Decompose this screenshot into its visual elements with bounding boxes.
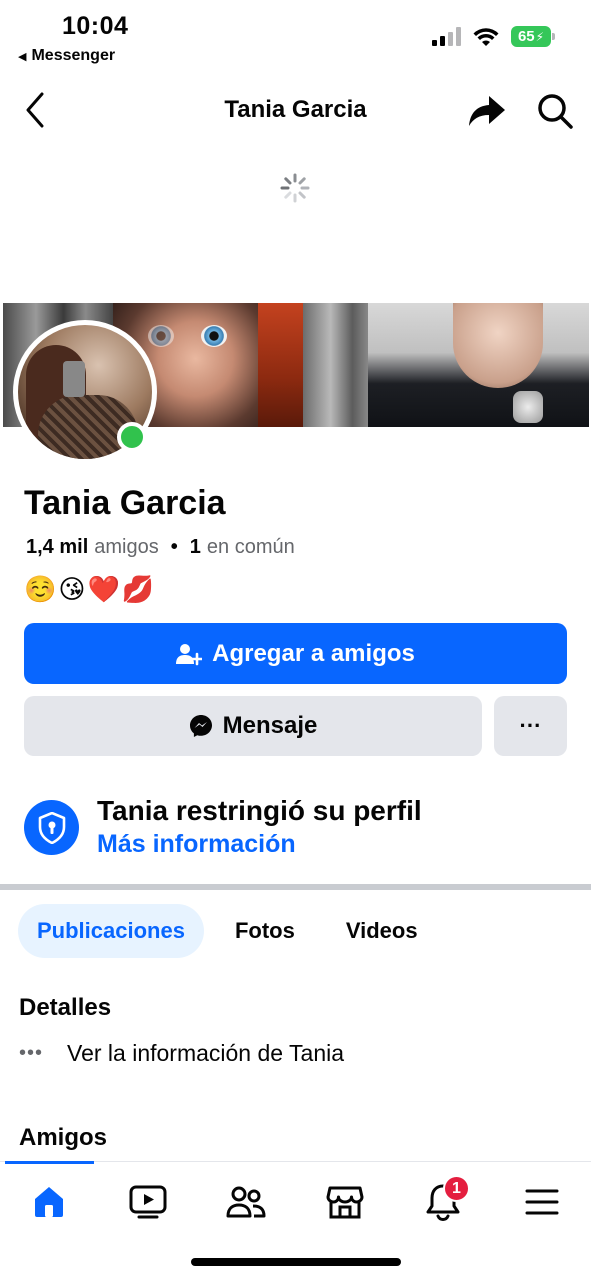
bottom-tab-bar — [0, 1161, 591, 1241]
tab-fotos[interactable]: Fotos — [235, 904, 295, 958]
friends-summary[interactable]: 1,4 mil amigos • 1 en común — [26, 536, 295, 559]
mutual-friends-label: en común — [206, 536, 295, 558]
profile-name: Tania Garcia — [24, 484, 226, 522]
friends-heading: Amigos — [19, 1124, 108, 1151]
marketplace-icon[interactable] — [325, 1182, 365, 1222]
view-info-label: Ver la información de Tania — [67, 1040, 345, 1066]
status-bar: 10:04 ◀ Messenger 65 ⚡ — [0, 0, 591, 70]
view-info-row[interactable]: ••• Ver la información de Tania — [19, 1040, 344, 1067]
tab-publicaciones[interactable]: Publicaciones — [18, 904, 204, 958]
online-status-indicator — [117, 422, 147, 452]
details-heading: Detalles — [19, 994, 112, 1021]
add-person-icon — [176, 643, 203, 665]
message-button[interactable]: Mensaje — [24, 696, 482, 756]
more-info-link[interactable]: Más información — [97, 830, 296, 859]
back-triangle-icon: ◀ — [18, 50, 27, 63]
back-to-app-link[interactable]: ◀ Messenger — [18, 47, 115, 65]
active-tab-indicator — [5, 1161, 94, 1164]
home-icon[interactable] — [29, 1182, 69, 1222]
messenger-icon — [189, 715, 212, 737]
share-icon[interactable] — [467, 92, 507, 130]
section-divider — [0, 884, 591, 890]
separator-dot: • — [170, 536, 178, 558]
message-label: Mensaje — [222, 712, 318, 739]
mutual-friends-count: 1 — [189, 536, 201, 558]
more-options-button[interactable]: ··· — [494, 696, 567, 756]
status-time: 10:04 — [62, 12, 129, 40]
friends-label: amigos — [94, 536, 159, 558]
more-options-icon: ··· — [519, 713, 542, 738]
home-indicator — [191, 1258, 401, 1266]
back-app-label: Messenger — [31, 47, 116, 64]
status-indicators: 65 ⚡ — [432, 26, 555, 47]
loading-spinner-icon — [280, 173, 310, 203]
cellular-signal-icon — [432, 27, 461, 46]
profile-tabs: Publicaciones Fotos Videos — [18, 904, 418, 958]
notifications-badge: 1 — [443, 1175, 470, 1202]
search-icon[interactable] — [536, 92, 574, 130]
add-friend-label: Agregar a amigos — [212, 639, 415, 667]
add-friend-button[interactable]: Agregar a amigos — [24, 623, 567, 684]
battery-level: 65 — [517, 28, 535, 45]
friends-count: 1,4 mil — [26, 536, 89, 558]
video-icon[interactable] — [128, 1182, 168, 1222]
ellipsis-icon: ••• — [19, 1042, 44, 1064]
restricted-profile-badge — [24, 800, 79, 855]
profile-bio: ☺️😘❤️💋 — [24, 574, 157, 604]
tab-videos[interactable]: Videos — [346, 904, 418, 958]
menu-icon[interactable] — [522, 1182, 562, 1222]
battery-icon: 65 ⚡ — [511, 26, 555, 47]
wifi-icon — [473, 27, 499, 46]
shield-lock-icon — [38, 811, 65, 844]
restricted-profile-title: Tania restringió su perfil — [97, 795, 422, 826]
profile-header: Tania Garcia — [0, 82, 591, 140]
friends-icon[interactable] — [226, 1182, 266, 1222]
